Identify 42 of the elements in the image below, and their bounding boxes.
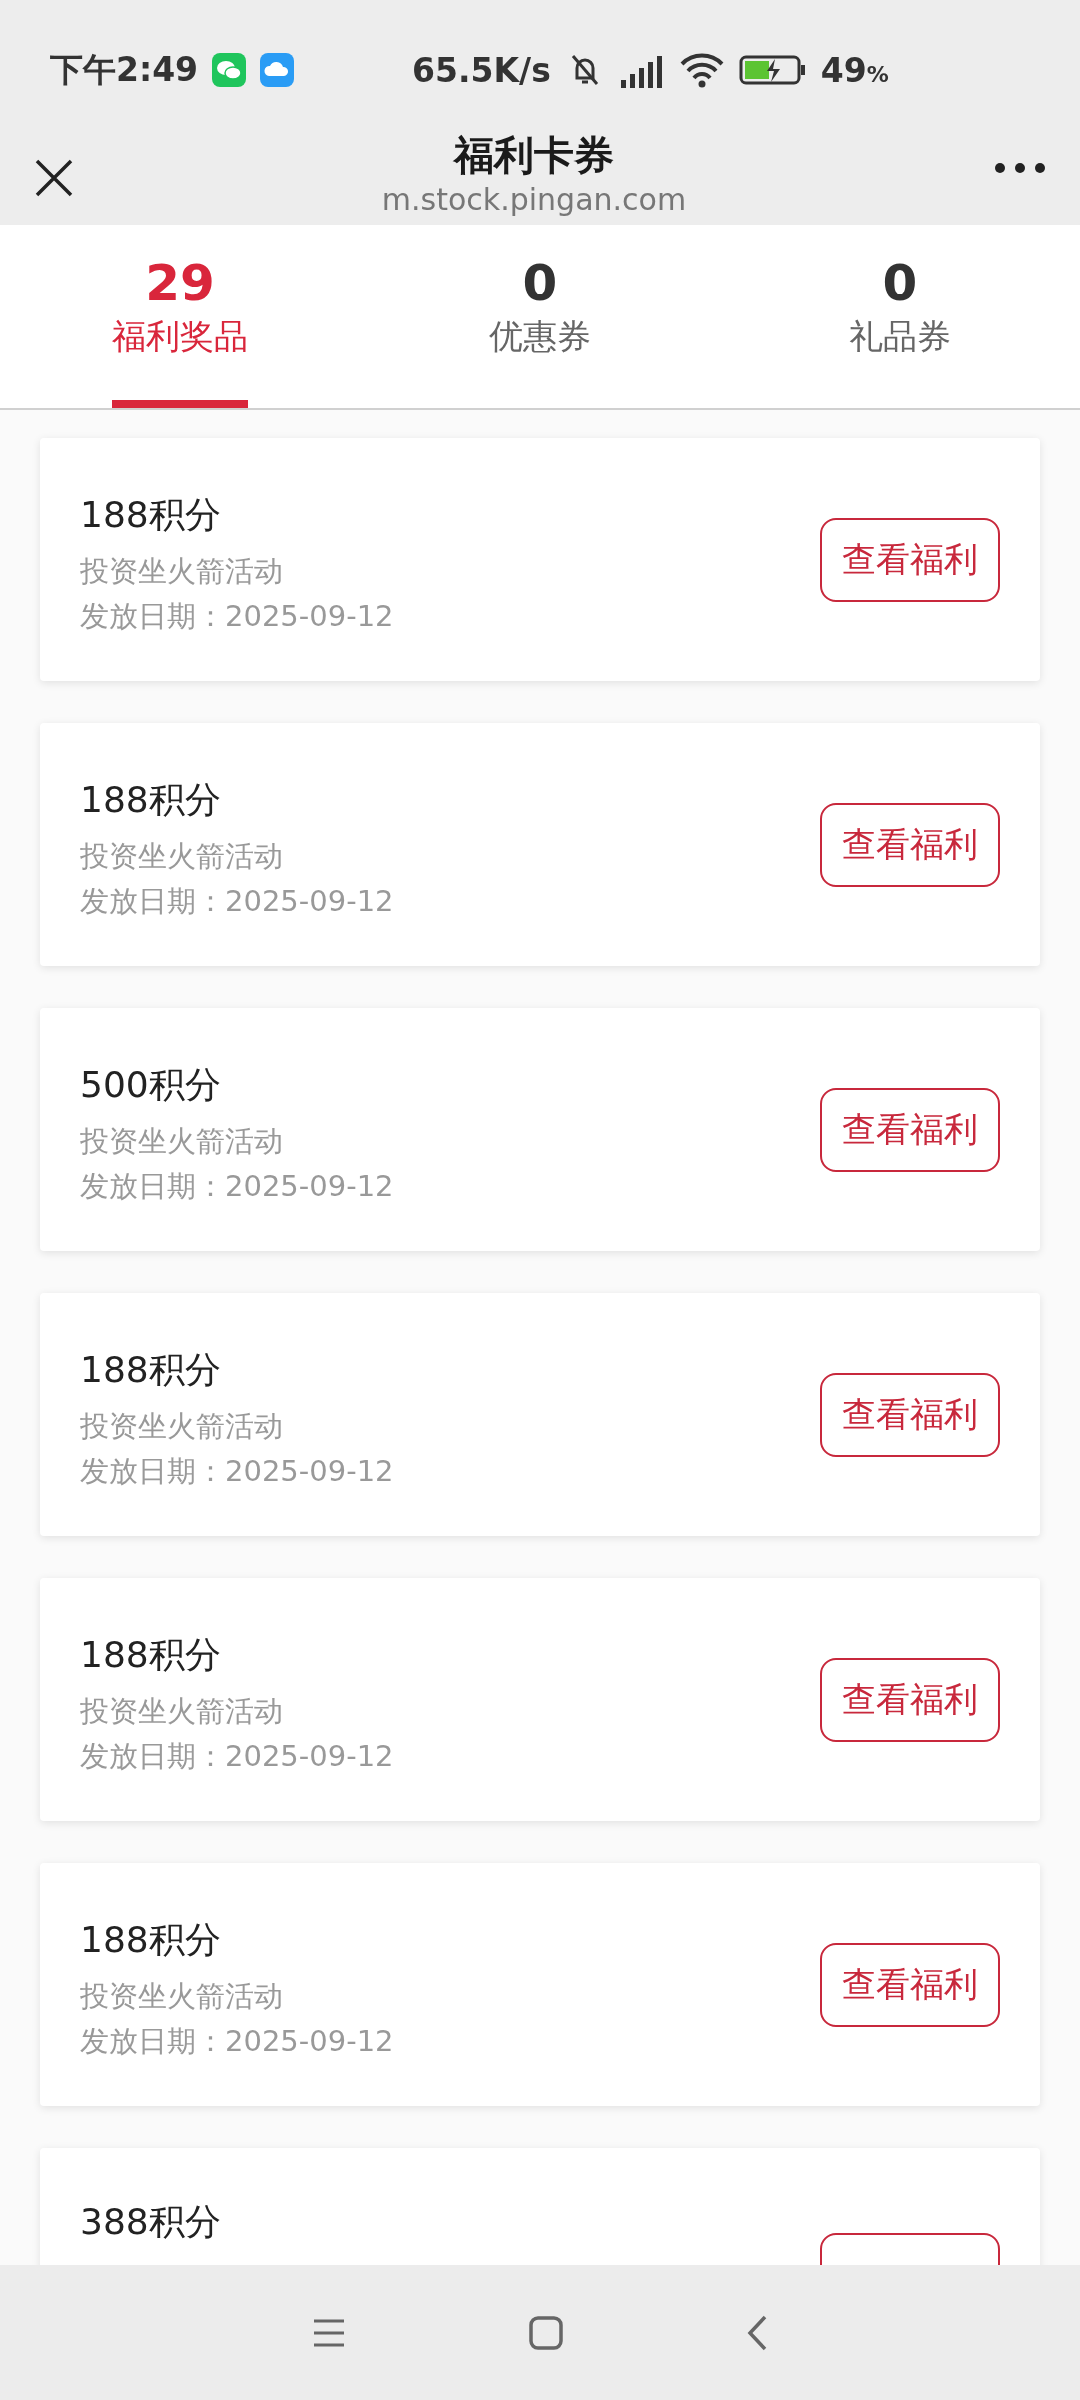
category-tab[interactable]: 29 福利奖品 <box>112 225 248 408</box>
reward-title: 188积分 <box>80 492 222 537</box>
menu-icon[interactable] <box>311 2317 346 2348</box>
reward-date: 发放日期：2025-09-12 <box>80 882 394 920</box>
reward-title: 388积分 <box>80 2200 221 2244</box>
reward-title: 188积分 <box>80 1917 222 1962</box>
close-icon[interactable] <box>34 158 74 198</box>
back-icon[interactable] <box>746 2314 769 2351</box>
category-tab[interactable]: 0 优惠券 <box>489 225 591 408</box>
view-reward-button[interactable]: 查看福利 <box>820 1372 1000 1457</box>
reward-date: 发放日期：2025-09-12 <box>80 2022 394 2060</box>
reward-title: 500积分 <box>80 1062 222 1107</box>
reward-date: 发放日期：2025-09-12 <box>80 1737 394 1775</box>
page-url: m.stock.pingan.com <box>381 181 687 219</box>
reward-activity: 投资坐火箭活动 <box>80 1407 284 1445</box>
reward-activity: 投资坐火箭活动 <box>80 552 284 590</box>
reward-title: 188积分 <box>80 1347 222 1392</box>
reward-date: 发放日期：2025-09-12 <box>80 597 394 635</box>
reward-date: 发放日期：2025-09-12 <box>80 1167 394 1205</box>
reward-activity: 投资坐火箭活动 <box>80 837 284 875</box>
home-icon[interactable] <box>529 2315 563 2350</box>
view-reward-button[interactable]: 查看福利 <box>820 1942 1000 2027</box>
reward-activity: 投资坐火箭活动 <box>80 1977 284 2015</box>
battery-level: 49% <box>820 50 889 90</box>
reward-activity: 投资坐火箭活动 <box>80 1122 284 1160</box>
reward-activity: 投资坐火箭活动 <box>80 1692 284 1730</box>
wifi-icon <box>678 52 725 88</box>
reward-title: 188积分 <box>80 1632 222 1677</box>
view-reward-button[interactable]: 查看福利 <box>820 802 1000 887</box>
network-speed: 65.5K/s <box>412 50 551 90</box>
reward-title: 188积分 <box>80 777 222 822</box>
view-reward-button[interactable]: 查看福利 <box>820 1087 1000 1172</box>
cloud-app-icon <box>260 53 295 87</box>
category-tab[interactable]: 0 礼品券 <box>849 225 951 408</box>
page-title: 福利卡券 <box>454 131 614 180</box>
more-icon[interactable] <box>994 162 1046 174</box>
battery-icon <box>738 54 807 86</box>
status-time: 下午2:49 <box>50 48 199 91</box>
reward-date: 发放日期：2025-09-12 <box>80 1452 394 1490</box>
chat-app-icon <box>212 53 247 87</box>
view-reward-button[interactable]: 查看福利 <box>820 517 1000 602</box>
view-reward-button[interactable]: 查看福利 <box>820 1657 1000 1742</box>
